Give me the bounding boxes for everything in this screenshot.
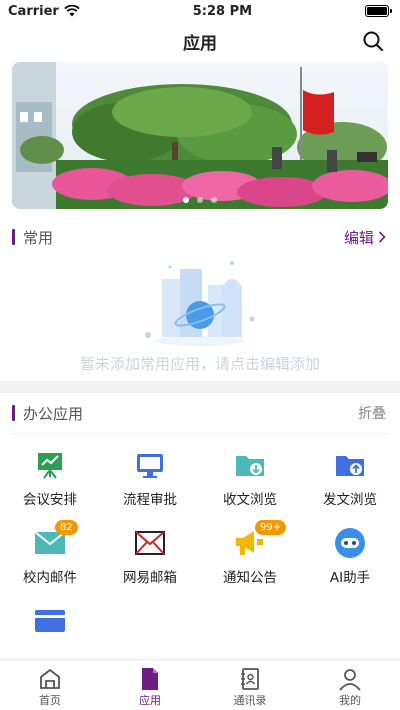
- app-netease-mail[interactable]: 网易邮箱: [100, 526, 200, 604]
- app-approval[interactable]: 流程审批: [100, 448, 200, 526]
- apps-doc-icon: [142, 668, 158, 690]
- home-icon: [40, 668, 60, 689]
- meeting-icon: [38, 453, 62, 479]
- app-label: AI助手: [329, 570, 371, 586]
- status-bar: Carrier 5:28 PM: [0, 0, 400, 22]
- tab-label: 应用: [139, 694, 161, 707]
- section-accent-bar: [12, 229, 15, 245]
- app-sent-docs[interactable]: 发文浏览: [300, 448, 400, 526]
- empty-state: 暂未添加常用应用，请点击编辑添加: [0, 257, 400, 381]
- empty-illustration: [145, 261, 255, 346]
- tab-home[interactable]: 首页: [0, 660, 100, 710]
- chevron-right-icon: [378, 231, 386, 243]
- section-gap: [0, 381, 400, 393]
- office-section-title: 办公应用: [23, 404, 84, 423]
- carousel-dots: [12, 197, 388, 203]
- app-label: 发文浏览: [323, 492, 377, 508]
- clock: 5:28 PM: [192, 3, 253, 19]
- common-section-header: 常用 编辑: [0, 217, 400, 257]
- app-label: 会议安排: [23, 492, 77, 508]
- nav-bar: 应用: [0, 22, 400, 60]
- app-notices[interactable]: 99+ 通知公告: [200, 520, 300, 604]
- tab-label: 我的: [339, 694, 361, 707]
- common-section-title: 常用: [23, 228, 54, 247]
- unread-badge: 82: [55, 520, 78, 535]
- app-label: 收文浏览: [223, 492, 277, 508]
- app-label: 通知公告: [223, 570, 277, 586]
- app-label: 网易邮箱: [123, 570, 177, 586]
- app-grid: 会议安排 流程审批 收文浏览 发文浏览 82 校内邮件 网易邮箱 99+ 通知公…: [0, 434, 400, 682]
- unread-badge: 99+: [255, 520, 287, 535]
- folder-download-icon: [236, 456, 264, 476]
- app-campus-mail[interactable]: 82 校内邮件: [0, 520, 100, 604]
- monitor-icon: [137, 454, 163, 478]
- app-label: 校内邮件: [23, 570, 77, 586]
- profile-icon: [339, 669, 361, 691]
- page-title: 应用: [183, 33, 217, 54]
- empty-hint: 暂未添加常用应用，请点击编辑添加: [79, 355, 320, 373]
- tab-profile[interactable]: 我的: [300, 660, 400, 710]
- contacts-icon: [241, 668, 259, 690]
- edit-label: 编辑: [343, 228, 374, 247]
- office-section-header: 办公应用 折叠: [0, 393, 400, 433]
- search-icon[interactable]: [362, 30, 384, 52]
- fold-button[interactable]: 折叠: [358, 403, 386, 423]
- banner-carousel[interactable]: [12, 62, 388, 209]
- tab-label: 首页: [39, 694, 61, 707]
- banner-image: [12, 62, 388, 209]
- app-label: 流程审批: [123, 492, 177, 508]
- app-received-docs[interactable]: 收文浏览: [200, 448, 300, 526]
- carrier-label: Carrier: [8, 3, 59, 19]
- battery-icon: [365, 5, 392, 17]
- carousel-dot[interactable]: [211, 197, 217, 203]
- tab-bar: 首页 应用 通讯录 我的: [0, 659, 400, 710]
- folder-upload-icon: [336, 456, 364, 476]
- tab-label: 通讯录: [233, 694, 267, 707]
- tab-apps[interactable]: 应用: [100, 660, 200, 710]
- envelope-icon: [135, 531, 165, 555]
- carousel-dot[interactable]: [197, 197, 203, 203]
- app-meeting[interactable]: 会议安排: [0, 448, 100, 526]
- carousel-dot[interactable]: [183, 197, 189, 203]
- tab-contacts[interactable]: 通讯录: [200, 660, 300, 710]
- section-accent-bar: [12, 405, 15, 421]
- ai-assistant-icon: [335, 528, 365, 558]
- app-ai-assistant[interactable]: AI助手: [300, 526, 400, 604]
- card-icon: [35, 610, 65, 632]
- wifi-icon: [64, 5, 80, 17]
- edit-button[interactable]: 编辑: [344, 227, 386, 248]
